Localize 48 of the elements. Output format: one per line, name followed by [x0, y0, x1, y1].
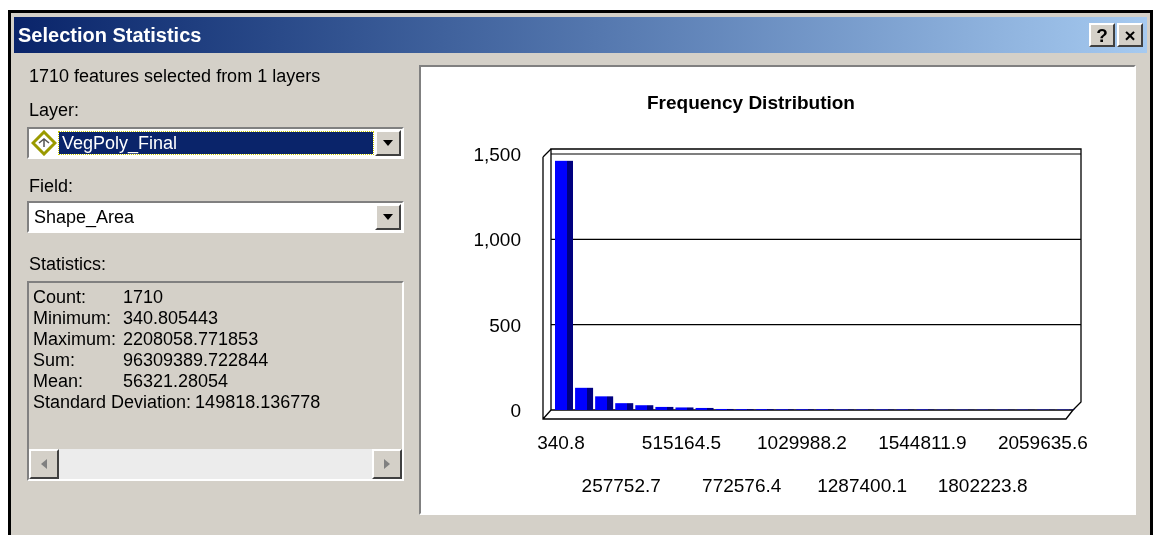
x-tick-label: 340.8	[536, 432, 585, 453]
combo-value: VegPoly_Final	[59, 132, 373, 154]
statistic-name: Mean:	[33, 371, 85, 392]
layer-label: Layer:	[29, 99, 81, 121]
x-tick-label: 1029988.2	[756, 432, 847, 453]
arrow-left-icon	[41, 459, 47, 469]
field-label: Field:	[29, 175, 74, 197]
dropdown-button[interactable]	[374, 204, 401, 230]
selection-summary: 1710 features selected from 1 layers	[29, 65, 322, 87]
statistic-value: 340.805443	[123, 308, 219, 329]
field-dropdown[interactable]: Shape_Area	[27, 201, 404, 233]
x-tick-label: 1802223.8	[937, 475, 1028, 496]
statistic-name: Minimum:	[33, 308, 112, 329]
help-button[interactable]: ?	[1089, 23, 1115, 47]
y-tick-label: 1,500	[473, 144, 521, 165]
statistic-name: Count:	[33, 287, 88, 308]
x-tick-label: 772576.4	[701, 475, 781, 496]
histogram-bar	[675, 407, 693, 410]
layer-diamond-icon	[31, 130, 57, 156]
x-tick-label: 2059635.6	[997, 432, 1088, 453]
statistic-value: 149818.136778	[195, 392, 321, 413]
y-tick-label: 500	[488, 314, 521, 336]
x-tick-label: 515164.5	[641, 432, 721, 453]
statistic-name: Sum:	[33, 350, 76, 371]
statistics-label: Statistics:	[29, 253, 108, 275]
dropdown-button[interactable]	[374, 130, 401, 156]
scroll-right-button[interactable]	[371, 449, 402, 479]
close-button[interactable]: ×	[1117, 23, 1143, 47]
x-tick-label: 257752.7	[581, 475, 661, 496]
x-tick-label: 1544811.9	[877, 432, 967, 453]
combo-value: Shape_Area	[33, 206, 136, 228]
statistic-value: 96309389.722844	[123, 350, 269, 371]
arrow-right-icon	[383, 459, 390, 469]
x-tick-label: 1287400.1	[816, 475, 907, 496]
chart-title: Frequency Distribution	[646, 92, 855, 113]
y-tick-label: 0	[509, 400, 521, 421]
scroll-left-button[interactable]	[29, 449, 59, 479]
caret-down-icon	[382, 140, 393, 146]
horizontal-scrollbar[interactable]	[29, 449, 402, 479]
statistic-value: 1710	[123, 287, 164, 308]
window-title: Selection Statistics	[18, 23, 203, 48]
statistic-value: 2208058.771853	[123, 329, 259, 350]
y-tick-label: 1,000	[473, 229, 521, 251]
statistic-name: Standard Deviation:	[33, 392, 192, 413]
statistic-value: 56321.28054	[123, 371, 229, 392]
statistic-name: Maximum:	[33, 329, 117, 350]
layer-dropdown[interactable]: VegPoly_Final	[27, 127, 404, 159]
caret-down-icon	[382, 214, 393, 220]
